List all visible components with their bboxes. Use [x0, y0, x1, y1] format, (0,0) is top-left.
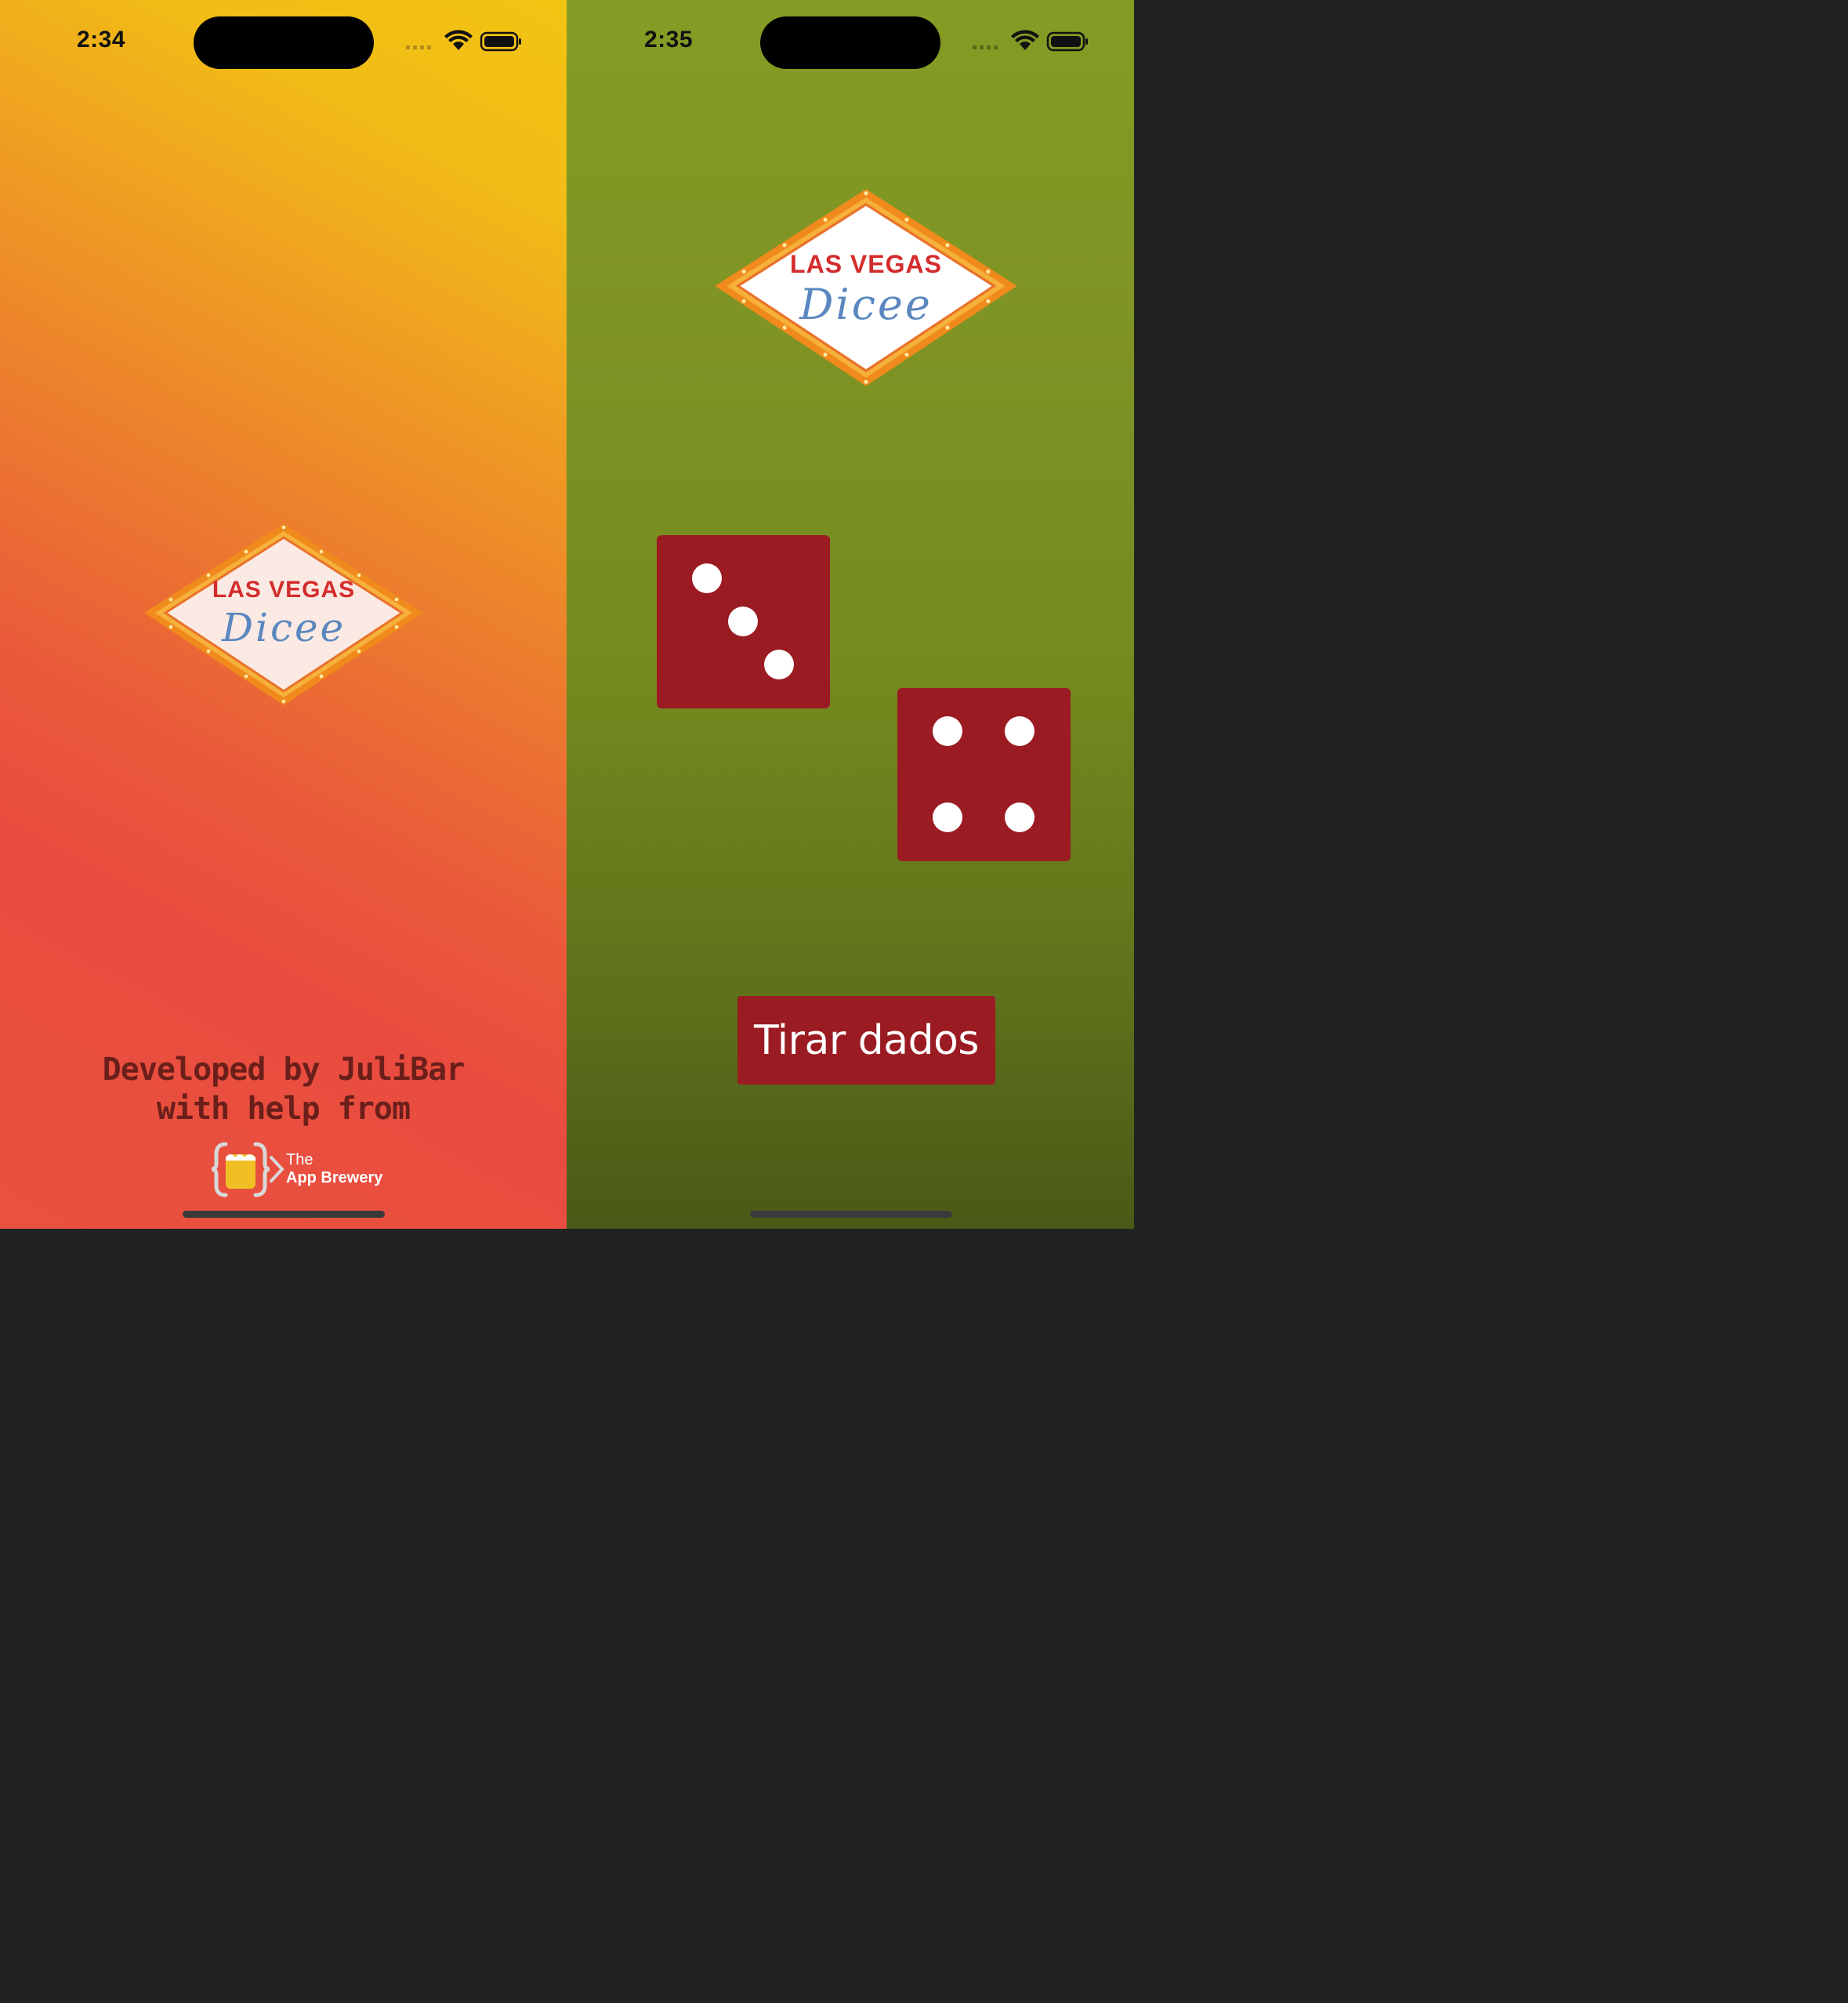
brewery-name-text: App Brewery: [286, 1169, 383, 1186]
dynamic-island: [194, 16, 374, 69]
splash-screen: 2:34 LAS VEGAS Dicee Developed by JuliBa…: [0, 0, 567, 1229]
wifi-icon: [1011, 30, 1039, 50]
logo-top-text: LAS VEGAS: [212, 577, 356, 603]
brewery-the-text: The: [286, 1151, 313, 1168]
game-screen: 2:35 LAS VEGAS Dicee Tirar dados: [567, 0, 1134, 1229]
battery-icon: [480, 31, 521, 52]
las-vegas-dicee-logo: LAS VEGAS Dicee: [141, 520, 426, 708]
wifi-icon: [444, 30, 473, 50]
logo-script-text: Dicee: [799, 280, 933, 329]
credits-line-2: with help from: [156, 1091, 411, 1127]
die-pip: [1005, 716, 1035, 746]
status-time: 2:34: [77, 27, 126, 53]
die-pip: [692, 563, 722, 593]
status-time: 2:35: [644, 27, 694, 53]
die-pip: [764, 650, 794, 679]
die-pip: [728, 607, 758, 636]
las-vegas-dicee-logo: LAS VEGAS Dicee: [712, 186, 1020, 389]
logo-script-text: Dicee: [221, 605, 346, 650]
app-brewery-logo-icon: [210, 1140, 284, 1199]
home-indicator[interactable]: [183, 1211, 385, 1218]
status-icons: [406, 30, 524, 53]
status-icons: [973, 30, 1090, 53]
die-pip: [933, 802, 962, 832]
battery-icon: [1046, 31, 1088, 52]
cellular-signal-icon: [973, 45, 998, 49]
die-pip: [1005, 802, 1035, 832]
die-pip: [933, 716, 962, 746]
cellular-signal-icon: [406, 45, 431, 49]
credits-line-1: Developed by JuliBar: [102, 1052, 466, 1088]
die-left[interactable]: [657, 535, 830, 708]
roll-dice-button[interactable]: Tirar dados: [737, 996, 995, 1085]
die-right[interactable]: [897, 688, 1071, 861]
logo-top-text: LAS VEGAS: [790, 250, 942, 278]
dynamic-island: [760, 16, 940, 69]
home-indicator[interactable]: [750, 1211, 952, 1218]
